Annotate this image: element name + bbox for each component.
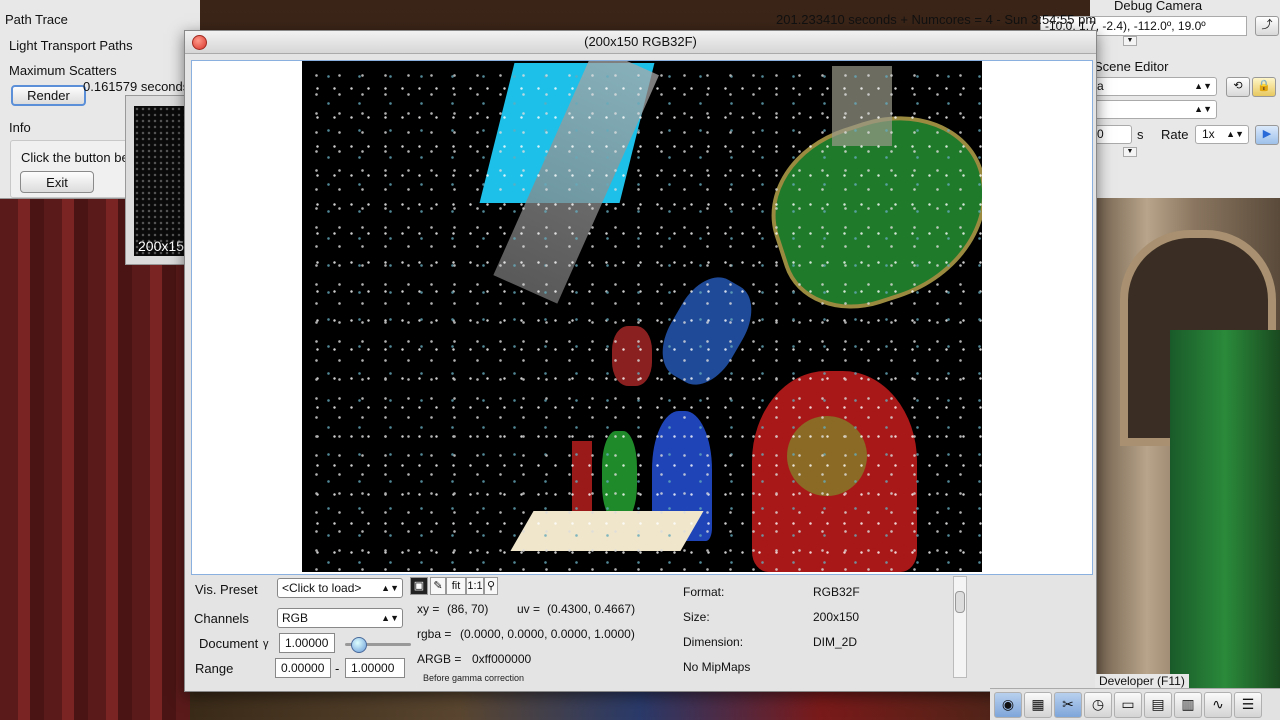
save-icon[interactable]: ▣	[410, 577, 428, 595]
scene-dropdown[interactable]: a ▲▼	[1090, 77, 1217, 96]
range-label: Range	[195, 661, 234, 676]
texture-viewer-window: (200x150 RGB32F) Vis. Preset <Click to l…	[184, 30, 1097, 692]
channels-label: Channels	[194, 611, 249, 626]
size-label: Size:	[683, 610, 710, 624]
argb-value: 0xff000000	[472, 652, 532, 666]
vis-preset-label: Vis. Preset	[195, 582, 258, 597]
range-separator: -	[335, 661, 340, 676]
entity-dropdown[interactable]: ▲▼	[1090, 100, 1217, 119]
noise-overlay	[302, 61, 982, 572]
lock-icon[interactable]: 🔒	[1252, 77, 1276, 97]
channels-dropdown[interactable]: RGB ▲▼	[277, 608, 403, 628]
path-traced-image	[302, 61, 982, 572]
graph-icon[interactable]: ∿	[1204, 691, 1232, 718]
info-label: Info	[9, 120, 31, 135]
vis-preset-dropdown[interactable]: <Click to load> ▲▼	[277, 578, 403, 598]
document-label: Document	[199, 636, 259, 651]
exit-button[interactable]: Exit	[20, 171, 94, 193]
scene-dropdown-value: a	[1097, 79, 1104, 93]
uv-label: uv =	[517, 602, 541, 616]
format-value: RGB32F	[813, 585, 860, 599]
range-max-input[interactable]: 1.00000	[345, 658, 405, 678]
play-icon[interactable]: ▶	[1255, 125, 1279, 145]
light-transport-label: Light Transport Paths	[9, 38, 133, 53]
info-text: Click the button be	[21, 150, 129, 165]
image-canvas[interactable]	[191, 60, 1093, 575]
debug-camera-collapse[interactable]: ▼	[1123, 36, 1137, 46]
rgba-label: rgba =	[417, 627, 452, 641]
scrollbar-thumb[interactable]	[955, 591, 965, 613]
gamma-symbol: γ	[263, 638, 269, 650]
scene-floor	[190, 690, 1090, 720]
close-icon[interactable]	[192, 35, 207, 50]
gamma-note: Before gamma correction	[423, 673, 525, 683]
window-icon[interactable]: ▥	[1174, 691, 1202, 718]
time-unit: s	[1137, 127, 1144, 142]
thumbnail-caption: 200x15	[138, 238, 184, 254]
red-curtain	[0, 195, 200, 720]
render-button[interactable]: Render	[11, 85, 86, 106]
format-label: Format:	[683, 585, 725, 599]
tools-icon[interactable]: ✂	[1054, 691, 1082, 718]
range-min-input[interactable]: 0.00000	[275, 658, 331, 678]
green-drape	[1170, 330, 1280, 700]
info-scrollbar[interactable]	[953, 576, 967, 678]
page-icon[interactable]: ▭	[1114, 691, 1142, 718]
max-scatters-label: Maximum Scatters	[9, 63, 117, 78]
rgba-value: (0.0000, 0.0000, 0.0000, 1.0000)	[460, 627, 635, 641]
vis-preset-value: <Click to load>	[282, 581, 362, 595]
status-text: 201.233410 seconds + Numcores = 4 - Sun …	[776, 12, 1097, 27]
chevron-updown-icon: ▲▼	[1226, 129, 1244, 139]
time-value: 0	[1097, 127, 1104, 141]
clock-icon[interactable]: ◷	[1084, 691, 1112, 718]
film-icon[interactable]: ▦	[1024, 691, 1052, 718]
pin-icon[interactable]: ⚲	[484, 577, 498, 595]
chevron-updown-icon: ▲▼	[1194, 81, 1212, 91]
xy-value: (86, 70)	[447, 602, 489, 616]
gamma-input[interactable]: 1.00000	[279, 633, 335, 653]
developer-label: Developer (F11)	[1095, 674, 1189, 688]
terminal-icon[interactable]: ▤	[1144, 691, 1172, 718]
reload-icon[interactable]: ⟲	[1226, 77, 1250, 97]
scene-editor-collapse[interactable]: ▼	[1123, 147, 1137, 157]
camera-link-icon[interactable]: ⤴	[1255, 16, 1279, 36]
gamma-slider[interactable]	[345, 637, 411, 653]
xy-label: xy =	[417, 602, 440, 616]
render-time: 0.161579 seconds	[83, 79, 190, 94]
gamma-slider-knob[interactable]	[351, 637, 368, 653]
chevron-updown-icon: ▲▼	[381, 613, 399, 623]
viewer-title: (200x150 RGB32F)	[584, 34, 697, 49]
channels-value: RGB	[282, 611, 309, 625]
rate-value: 1x	[1202, 127, 1215, 141]
mipmaps-text: No MipMaps	[683, 660, 751, 674]
document-icon[interactable]: ☰	[1234, 691, 1262, 718]
dimension-label: Dimension:	[683, 635, 744, 649]
size-value: 200x150	[813, 610, 860, 624]
developer-toolbar: ◉ ▦ ✂ ◷ ▭ ▤ ▥ ∿ ☰	[990, 688, 1280, 720]
viewer-titlebar[interactable]: (200x150 RGB32F)	[185, 31, 1096, 54]
debug-camera-title: Debug Camera	[1114, 0, 1203, 13]
fit-button[interactable]: fit	[446, 577, 466, 595]
dimension-value: DIM_2D	[813, 635, 858, 649]
rate-dropdown[interactable]: 1x ▲▼	[1195, 125, 1249, 144]
uv-value: (0.4300, 0.4667)	[547, 602, 636, 616]
argb-label: ARGB =	[417, 652, 462, 666]
eyedropper-icon[interactable]: ✎	[430, 577, 446, 595]
rate-label: Rate	[1161, 127, 1189, 142]
one-to-one-button[interactable]: 1:1	[466, 577, 484, 595]
chevron-updown-icon: ▲▼	[1194, 104, 1212, 114]
scene-editor-title: Scene Editor	[1094, 59, 1169, 74]
panel-title: Path Trace	[5, 12, 68, 27]
chevron-updown-icon: ▲▼	[381, 583, 399, 593]
camera-icon[interactable]: ◉	[994, 691, 1022, 718]
